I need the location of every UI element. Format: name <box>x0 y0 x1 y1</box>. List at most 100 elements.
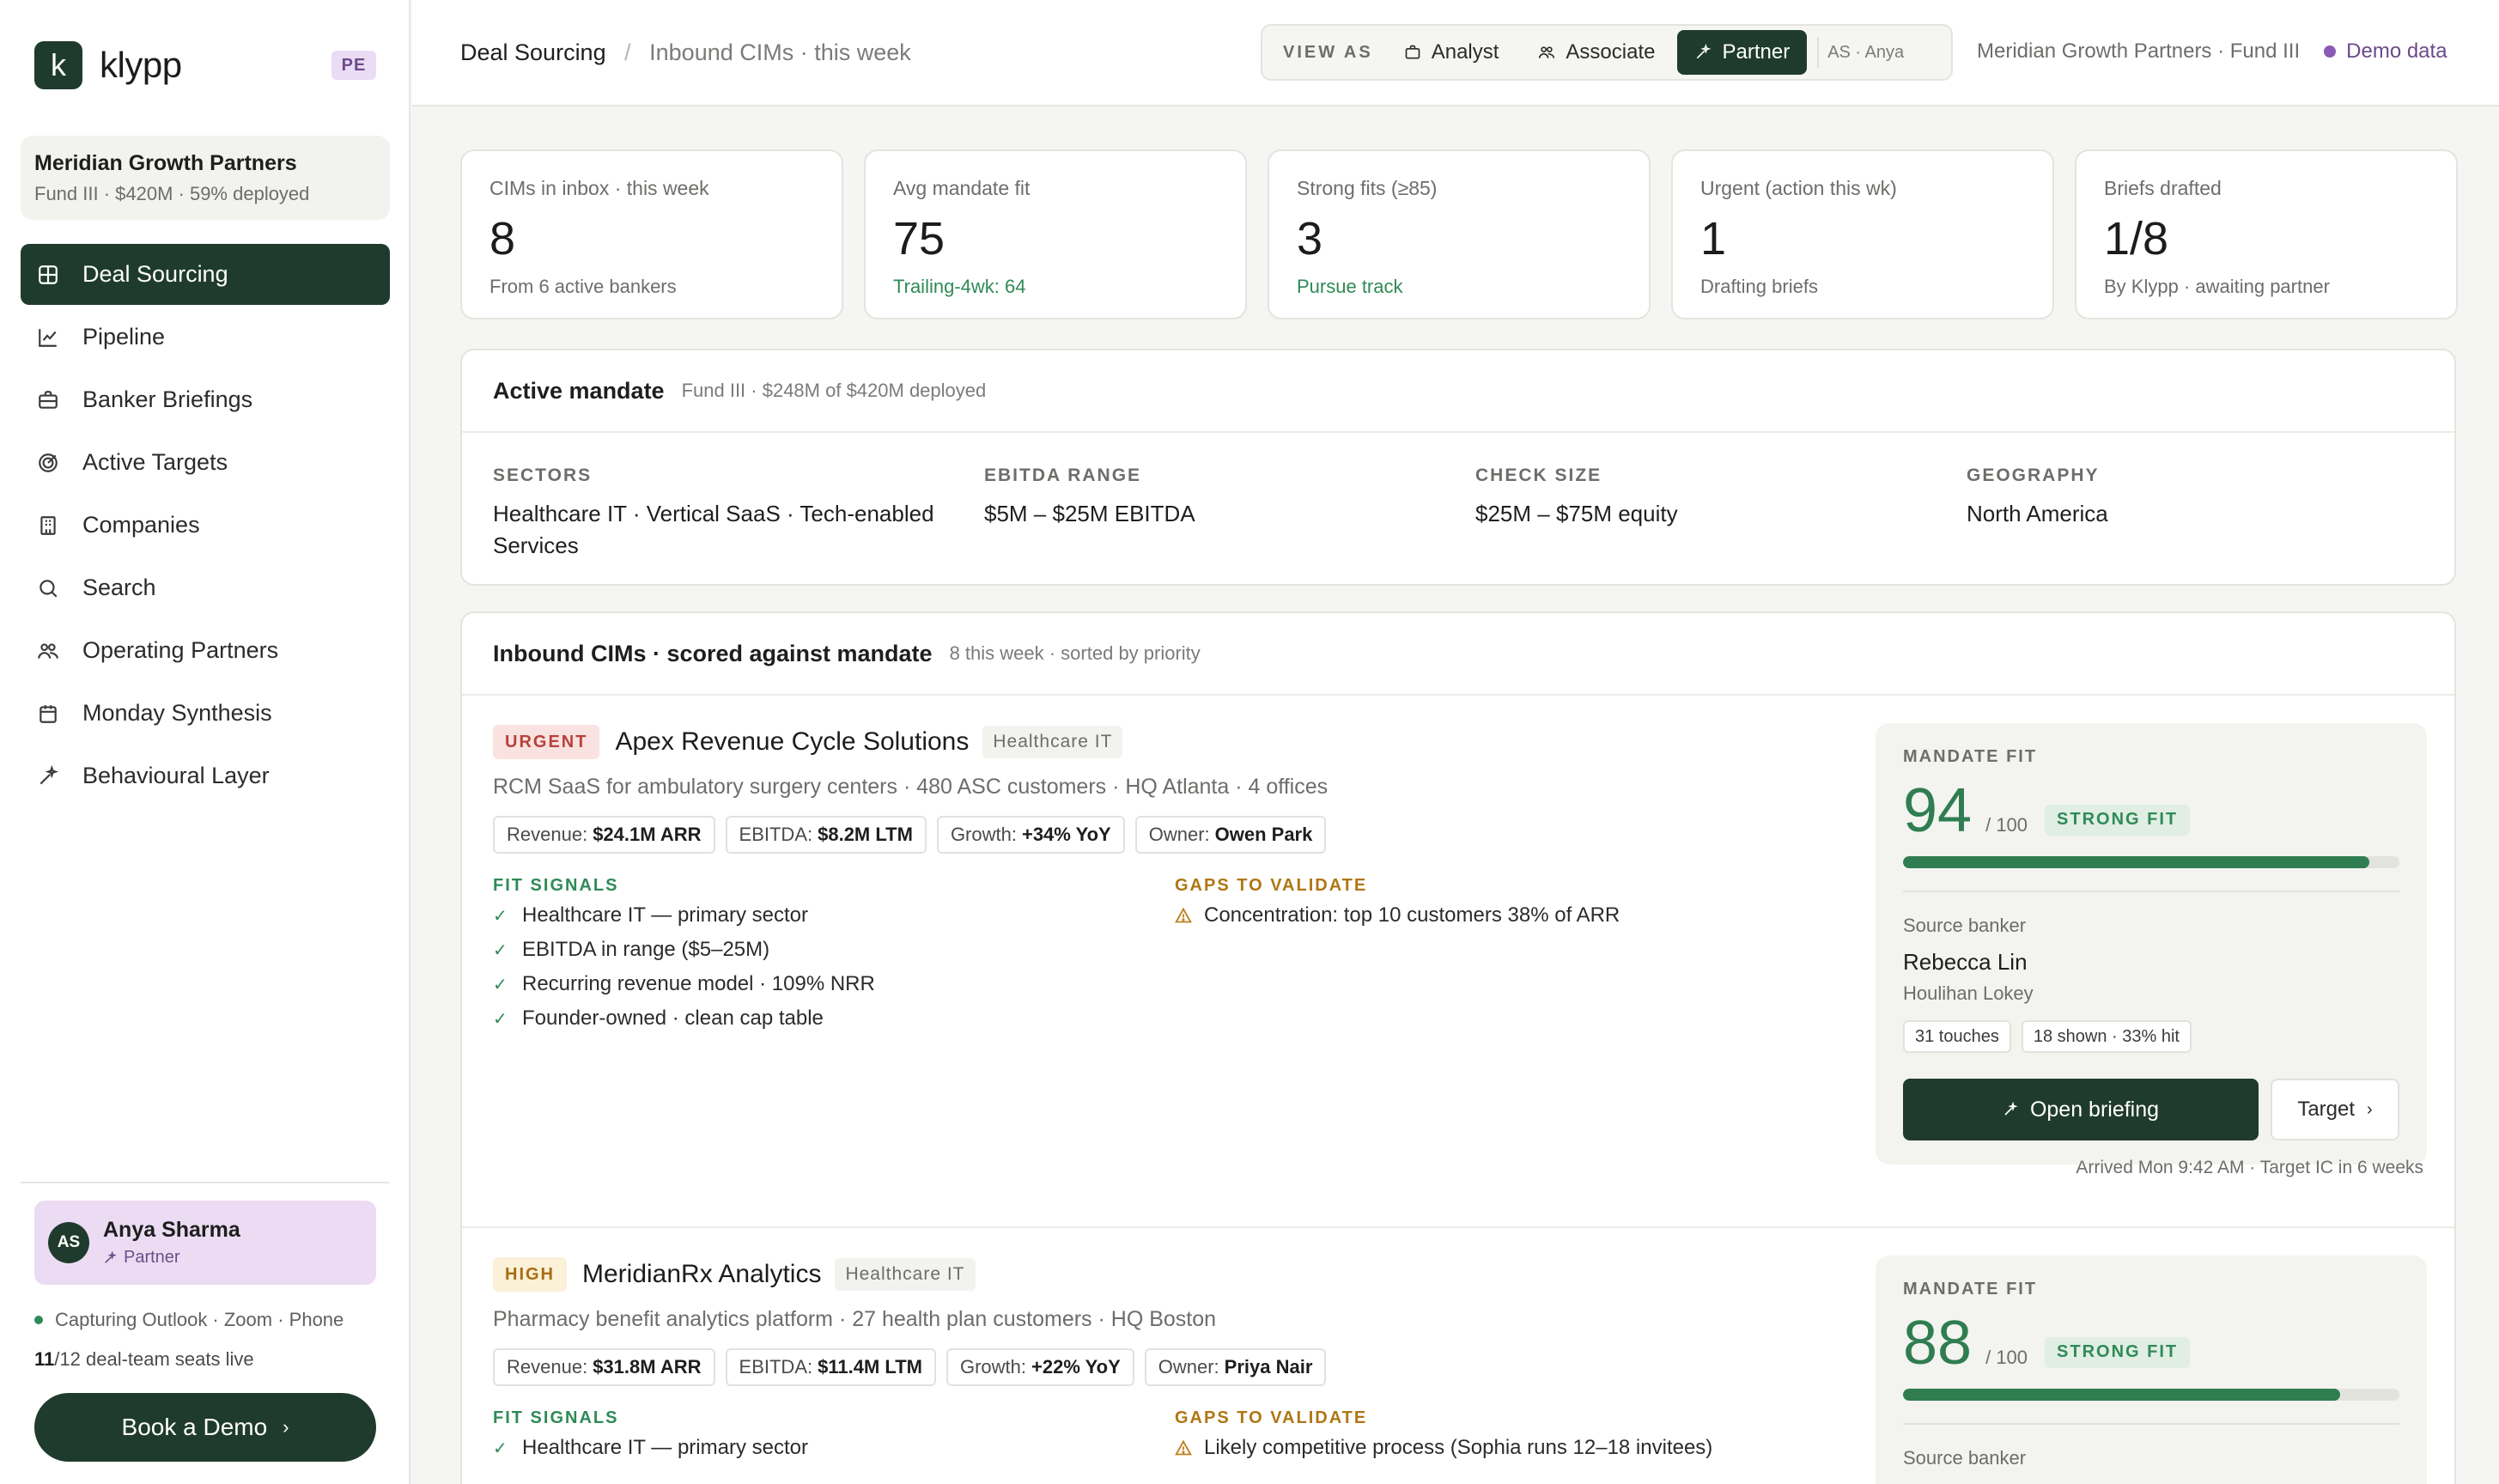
metric-chip: Owner: Priya Nair <box>1144 1348 1327 1386</box>
metric-key: EBITDA: <box>739 1356 813 1378</box>
people-icon <box>34 637 62 665</box>
metric-key: Revenue: <box>507 1356 588 1378</box>
banker-firm: Houlihan Lokey <box>1903 982 2034 1004</box>
panel-meta: Fund III · $248M of $420M deployed <box>681 380 987 401</box>
open-briefing-button[interactable]: Open briefing <box>1903 1079 2259 1140</box>
breadcrumb-section[interactable]: Deal Sourcing <box>460 40 606 65</box>
sidebar-item-label: Active Targets <box>82 449 228 475</box>
fit-signals-list: ✓ Healthcare IT — primary sector ✓ EBITDA … <box>493 898 875 1036</box>
sidebar-item-pipeline[interactable]: Pipeline <box>21 307 390 368</box>
metric-value: Owen Park <box>1214 824 1313 845</box>
priority-badge: HIGH <box>493 1257 567 1292</box>
panel-header: Active mandate Fund III · $248M of $420M… <box>462 350 2454 433</box>
sidebar-item-behavioural-layer[interactable]: Behavioural Layer <box>21 745 390 806</box>
mandate-label: SECTORS <box>493 465 593 485</box>
gap-text: Likely competitive process (Sophia runs … <box>1204 1436 1713 1459</box>
chart-line-icon <box>34 324 62 351</box>
sidebar-item-search[interactable]: Search <box>21 557 390 618</box>
stat-sub: Drafting briefs <box>1700 276 1818 297</box>
capture-status: Capturing Outlook · Zoom · Phone <box>34 1309 344 1331</box>
search-icon <box>34 575 62 602</box>
sidebar-item-companies[interactable]: Companies <box>21 495 390 556</box>
mandate-value: $25M – $75M equity <box>1475 501 1678 526</box>
demo-data-indicator[interactable]: Demo data <box>2324 40 2447 64</box>
signal-text: Healthcare IT — primary sector <box>522 903 808 927</box>
sidebar-item-label: Monday Synthesis <box>82 700 272 726</box>
status-dot <box>34 1316 43 1324</box>
gap-text: Concentration: top 10 customers 38% of A… <box>1204 903 1620 927</box>
sidebar-item-active-targets[interactable]: Active Targets <box>21 432 390 493</box>
stat-card-briefs: Briefs drafted 1/8 By Klypp · awaiting p… <box>2075 149 2458 319</box>
stat-label: Strong fits (≥85) <box>1297 177 1438 199</box>
seats-status: 11/12 deal-team seats live <box>34 1348 254 1371</box>
deal-metrics: Revenue: $24.1M ARR EBITDA: $8.2M LTM Grow… <box>493 816 1336 854</box>
banker-touches: 31 touches <box>1903 1020 2011 1053</box>
view-as-switcher: VIEW AS Analyst Associate Partner AS · A… <box>1261 24 1953 81</box>
sidebar-item-operating-partners[interactable]: Operating Partners <box>21 620 390 681</box>
fit-signal: ✓ Founder-owned · clean cap table <box>493 1001 875 1036</box>
seats-live: 11 <box>34 1348 55 1370</box>
sidebar-nav: Deal Sourcing Pipeline Banker Briefings … <box>21 244 390 808</box>
check-icon: ✓ <box>493 1009 508 1029</box>
metric-chip: Growth: +34% YoY <box>936 816 1125 854</box>
panel-header: Inbound CIMs · scored against mandate 8 … <box>462 613 2454 696</box>
sidebar-item-label: Behavioural Layer <box>82 763 270 788</box>
banker-name[interactable]: Rebecca Lin <box>1903 949 2399 976</box>
check-icon: ✓ <box>493 906 508 926</box>
source-banker-label: Source banker <box>1903 1447 2027 1469</box>
top-bar: Deal Sourcing / Inbound CIMs · this week… <box>412 0 2499 106</box>
sidebar-item-banker-briefings[interactable]: Banker Briefings <box>21 369 390 430</box>
panel-title: Inbound CIMs · scored against mandate <box>493 640 933 666</box>
metric-key: Owner: <box>1148 824 1210 845</box>
stat-card-strong-fits: Strong fits (≥85) 3 Pursue track <box>1268 149 1651 319</box>
view-as-associate-button[interactable]: Associate <box>1521 30 1672 75</box>
gaps-heading: GAPS TO VALIDATE <box>1175 876 1368 895</box>
deal-name[interactable]: Apex Revenue Cycle Solutions <box>615 727 969 757</box>
breadcrumb-separator: / <box>624 40 631 65</box>
people-icon <box>1538 44 1555 61</box>
brand[interactable]: k klypp <box>34 41 182 89</box>
sparkle-icon <box>34 763 62 790</box>
stat-label: CIMs in inbox · this week <box>489 177 709 199</box>
seats-suffix: deal-team seats live <box>85 1348 254 1370</box>
mandate-geography: GEOGRAPHY North America <box>1967 465 2430 530</box>
deal-name[interactable]: MeridianRx Analytics <box>582 1260 821 1289</box>
sidebar-item-label: Deal Sourcing <box>82 261 228 287</box>
role-label: Analyst <box>1431 40 1499 64</box>
capture-status-text: Capturing Outlook · Zoom · Phone <box>55 1309 344 1330</box>
view-as-analyst-button[interactable]: Analyst <box>1387 30 1517 75</box>
fit-progress-fill <box>1903 1389 2340 1401</box>
fund-details: Fund III · $420M · 59% deployed <box>34 183 310 204</box>
fund-switcher[interactable]: Meridian Growth Partners Fund III · $420… <box>21 136 390 220</box>
book-demo-button[interactable]: Book a Demo › <box>34 1393 376 1462</box>
mandate-value: North America <box>1967 501 2108 526</box>
user-card[interactable]: AS Anya Sharma Partner <box>34 1201 376 1285</box>
deal-description: Pharmacy benefit analytics platform · 27… <box>493 1307 1217 1331</box>
briefcase-icon <box>1404 44 1421 61</box>
mandate-label: GEOGRAPHY <box>1967 465 2100 485</box>
chevron-right-icon: › <box>283 1416 289 1438</box>
metric-chip: Growth: +22% YoY <box>945 1348 1134 1386</box>
calendar-icon <box>34 700 62 727</box>
view-as-partner-button[interactable]: Partner <box>1677 30 1808 75</box>
demo-data-label: Demo data <box>2346 40 2447 63</box>
pe-badge: PE <box>331 51 376 80</box>
gap-item: Concentration: top 10 customers 38% of A… <box>1175 898 1620 933</box>
deal-card: URGENT Apex Revenue Cycle Solutions Heal… <box>462 696 2454 1228</box>
briefcase-icon <box>34 386 62 414</box>
warning-icon <box>1175 907 1194 924</box>
sidebar-item-monday-synthesis[interactable]: Monday Synthesis <box>21 683 390 744</box>
divider <box>1903 891 2399 892</box>
metric-key: Revenue: <box>507 824 588 845</box>
role-label: Partner <box>1722 40 1791 64</box>
sidebar-item-deal-sourcing[interactable]: Deal Sourcing <box>21 244 390 305</box>
mandate-label: EBITDA RANGE <box>984 465 1142 485</box>
deal-header: URGENT Apex Revenue Cycle Solutions Heal… <box>493 725 1123 759</box>
fit-progress-bar <box>1903 1389 2399 1401</box>
mandate-fit-label: MANDATE FIT <box>1903 747 2038 766</box>
sidebar-item-label: Pipeline <box>82 324 166 350</box>
target-button[interactable]: Target › <box>2271 1079 2399 1140</box>
sidebar-item-label: Banker Briefings <box>82 386 253 412</box>
stat-sub: From 6 active bankers <box>489 276 677 297</box>
panel-title: Active mandate <box>493 377 665 404</box>
